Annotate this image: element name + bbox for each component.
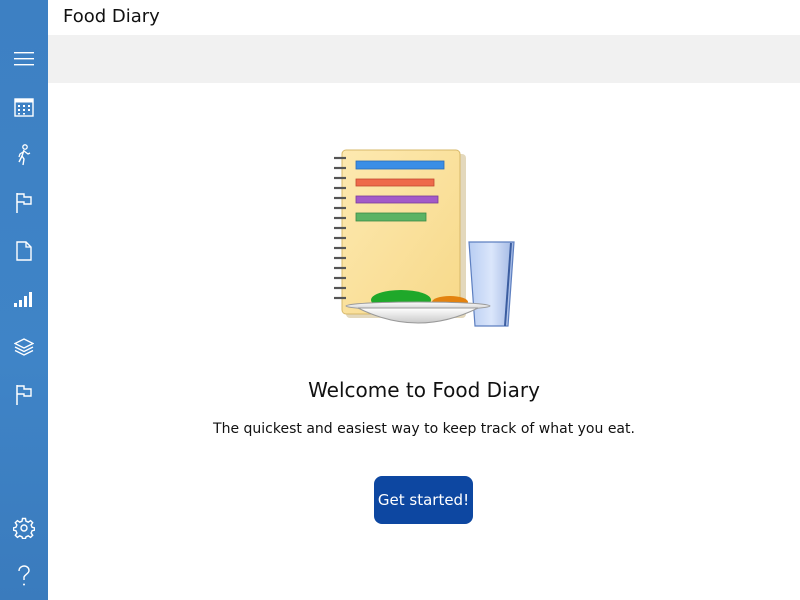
calendar-icon: [14, 98, 34, 117]
welcome-subtitle: The quickest and easiest way to keep tra…: [213, 421, 635, 437]
nav-item-flag[interactable]: [0, 371, 48, 419]
app-title: Food Diary: [63, 6, 160, 27]
menu-button[interactable]: [0, 35, 48, 83]
nav-item-calendar[interactable]: [0, 83, 48, 131]
flag-icon: [16, 193, 32, 213]
nav-item-activity[interactable]: [0, 131, 48, 179]
hamburger-menu-icon: [14, 52, 34, 66]
command-bar: [48, 35, 800, 83]
welcome-title: Welcome to Food Diary: [308, 378, 540, 402]
navigation-rail: [0, 0, 48, 600]
app-window: Food Diary Welcome to Food Diary The qui…: [0, 0, 800, 600]
walking-person-icon: [18, 144, 31, 166]
nav-item-reports[interactable]: [0, 275, 48, 323]
document-icon: [16, 241, 32, 261]
help-button[interactable]: [0, 552, 48, 600]
gear-icon: [13, 517, 35, 539]
welcome-panel: Welcome to Food Diary The quickest and e…: [48, 83, 800, 600]
layers-icon: [14, 338, 34, 356]
food-diary-illustration: [334, 149, 515, 327]
question-mark-icon: [18, 565, 30, 586]
nav-item-notes[interactable]: [0, 227, 48, 275]
signal-bars-icon: [14, 292, 32, 307]
settings-button[interactable]: [0, 504, 48, 552]
title-bar: Food Diary: [48, 0, 800, 35]
nav-item-goals[interactable]: [0, 179, 48, 227]
flag-icon: [16, 385, 32, 405]
nav-item-layers[interactable]: [0, 323, 48, 371]
get-started-button[interactable]: Get started!: [374, 476, 473, 524]
